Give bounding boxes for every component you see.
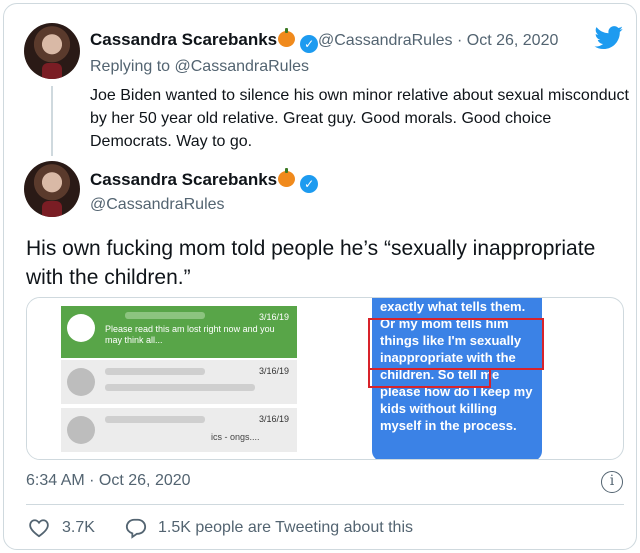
message-date: 3/16/19: [258, 414, 289, 424]
message-preview: Please read this am lost right now and y…: [105, 324, 275, 345]
tweet-media[interactable]: 3/16/19 Please read this am lost right n…: [26, 297, 624, 460]
contact-avatar-icon: [67, 314, 95, 342]
verified-badge-icon: ✓: [300, 175, 319, 193]
pumpkin-emoji-icon: [278, 168, 296, 187]
heart-icon[interactable]: [28, 518, 50, 538]
handle-and-date[interactable]: @CassandraRules · Oct 26, 2020: [318, 32, 558, 50]
tweet-card: Cassandra Scarebanks ✓ @CassandraRules · …: [3, 3, 637, 550]
tweet-text: His own fucking mom told people he’s “se…: [26, 237, 596, 289]
divider: [26, 504, 624, 505]
reply-bubble-icon[interactable]: [125, 517, 147, 539]
contact-avatar-icon: [67, 368, 95, 396]
avatar[interactable]: [24, 161, 80, 217]
highlight-box: [368, 368, 491, 388]
highlight-box: [368, 318, 544, 370]
tweeting-count[interactable]: 1.5K people are Tweeting about this: [158, 519, 413, 537]
display-name[interactable]: Cassandra Scarebanks ✓: [90, 28, 319, 53]
message-date: 3/16/19: [258, 312, 289, 322]
like-count[interactable]: 3.7K: [62, 519, 95, 537]
handle[interactable]: @CassandraRules: [90, 196, 225, 214]
pumpkin-emoji-icon: [278, 28, 296, 47]
thread-connector: [51, 86, 53, 156]
info-icon[interactable]: i: [601, 471, 623, 493]
contact-avatar-icon: [67, 416, 95, 444]
screenshot-text-bubble: exactly what tells them. Or my mom tells…: [368, 298, 544, 459]
tweet-timestamp[interactable]: 6:34 AM · Oct 26, 2020: [26, 472, 191, 490]
message-row: 3/16/19: [61, 360, 297, 404]
replying-to[interactable]: Replying to @CassandraRules: [90, 58, 309, 76]
twitter-bird-icon[interactable]: [594, 26, 624, 50]
message-date: 3/16/19: [258, 366, 289, 376]
message-row-highlighted: 3/16/19 Please read this am lost right n…: [61, 306, 297, 358]
reply-tweet-text: Joe Biden wanted to silence his own mino…: [90, 87, 629, 150]
verified-badge-icon: ✓: [300, 35, 319, 53]
avatar[interactable]: [24, 23, 80, 79]
display-name[interactable]: Cassandra Scarebanks ✓: [90, 168, 319, 193]
message-row: 3/16/19 ics - ongs....: [61, 408, 297, 452]
message-preview: ics - ongs....: [211, 432, 260, 442]
screenshot-messages-list: 3/16/19 Please read this am lost right n…: [27, 298, 297, 459]
